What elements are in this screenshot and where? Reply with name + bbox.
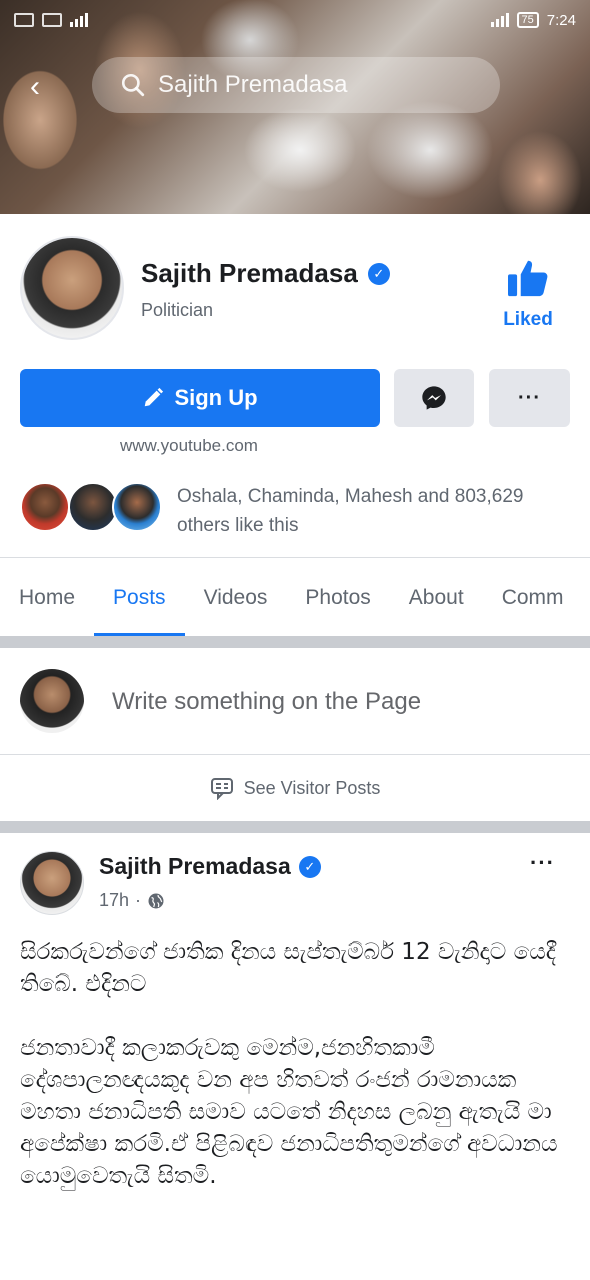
sign-up-label: Sign Up (174, 385, 258, 410)
status-right: 75 7:24 (490, 11, 576, 29)
battery-icon: 75 (516, 12, 539, 28)
tab-about[interactable]: About (390, 560, 483, 636)
status-bar: 75 7:24 (0, 0, 590, 40)
verified-icon: ✓ (367, 262, 390, 285)
post-body: සිරකරුවන්ගේ ජාතික දිනය සැප්තැම්බර් 12 වැ… (20, 936, 570, 1224)
post-header: Sajith Premadasa ✓ (99, 853, 321, 880)
divider (0, 557, 590, 558)
user-avatar[interactable] (20, 669, 84, 733)
tab-home[interactable]: Home (0, 560, 94, 636)
image-notification-icon (42, 13, 62, 27)
friend-avatar (112, 482, 162, 532)
more-options-button[interactable]: ··· (489, 369, 570, 427)
friend-avatar (20, 482, 70, 532)
globe-icon (148, 893, 164, 908)
post-author-name[interactable]: Sajith Premadasa (99, 853, 291, 880)
like-thumb-icon (508, 260, 548, 297)
search-query[interactable]: Sajith Premadasa (158, 71, 347, 99)
page-tabs: Home Posts Videos Photos About Comm (0, 560, 590, 636)
more-icon: ··· (518, 386, 541, 409)
signal-icon (490, 13, 509, 27)
search-bar[interactable]: Sajith Premadasa (92, 57, 500, 113)
friends-like-row[interactable]: Oshala, Chaminda, Mahesh and 803,629 oth… (20, 478, 580, 538)
section-divider (0, 636, 590, 648)
post-author-avatar[interactable] (20, 851, 84, 915)
website-link[interactable]: www.youtube.com (120, 436, 258, 456)
page-name-row: Sajith Premadasa ✓ (141, 258, 390, 289)
status-left (14, 13, 88, 27)
section-divider (0, 821, 590, 833)
tab-videos[interactable]: Videos (185, 560, 287, 636)
meta-separator: · (135, 890, 142, 910)
post-paragraph: සිරකරුවන්ගේ ජාතික දිනය සැප්තැම්බර් 12 වැ… (20, 939, 556, 997)
wifi-icon (70, 13, 88, 27)
back-arrow-icon[interactable]: ‹ (30, 70, 40, 104)
tab-community[interactable]: Comm (483, 560, 583, 636)
page-header: Sajith Premadasa ✓ Politician Liked (0, 214, 590, 364)
search-icon (121, 73, 145, 97)
composer-input[interactable]: Write something on the Page (112, 688, 421, 716)
sign-up-button[interactable]: Sign Up (20, 369, 380, 427)
post-timestamp[interactable]: 17h (99, 890, 129, 911)
post-meta: 17h · (99, 890, 165, 911)
tab-photos[interactable]: Photos (286, 560, 389, 636)
post-paragraph: ජනතාවාදී කලාකරුවකු මෙන්ම,ජනහිතකාමී දේශපා… (20, 1035, 558, 1189)
liked-label: Liked (503, 309, 553, 330)
page-title: Sajith Premadasa (141, 258, 358, 288)
messenger-icon (422, 386, 446, 410)
cover-photo[interactable]: 75 7:24 ‹ Sajith Premadasa (0, 0, 590, 214)
friend-avatar (68, 482, 118, 532)
post-options-button[interactable]: ··· (530, 850, 555, 876)
see-visitor-posts-label: See Visitor Posts (243, 777, 381, 798)
status-time: 7:24 (546, 11, 576, 29)
page-category: Politician (141, 300, 214, 320)
tab-posts[interactable]: Posts (94, 560, 185, 636)
see-visitor-posts-button[interactable]: See Visitor Posts (0, 755, 590, 821)
page-avatar[interactable] (20, 236, 124, 340)
verified-icon: ✓ (298, 855, 321, 878)
friends-like-text: Oshala, Chaminda, Mahesh and 803,629 oth… (177, 486, 524, 536)
visitor-posts-icon (210, 778, 233, 800)
pencil-icon (145, 387, 164, 407)
notification-icon (14, 13, 34, 27)
messenger-button[interactable] (394, 369, 474, 427)
liked-button[interactable]: Liked (498, 258, 558, 331)
